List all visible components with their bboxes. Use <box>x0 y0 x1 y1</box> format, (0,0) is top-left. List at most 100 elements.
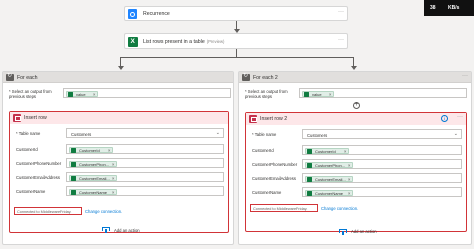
customerid-input[interactable]: CustomerId × <box>66 144 224 154</box>
recurrence-trigger-card[interactable]: Recurrence ··· <box>124 6 348 21</box>
select-output-field[interactable]: value × <box>299 88 467 98</box>
field-label-name: CustomerName <box>252 190 282 195</box>
remove-token-icon[interactable]: × <box>93 92 96 97</box>
list-rows-title: List rows present in a table (Preview) <box>143 39 224 45</box>
token-text: CustomerId <box>79 148 100 153</box>
phone-token[interactable]: CustomerPhon... × <box>69 160 117 167</box>
add-step-plus-icon[interactable]: + <box>353 102 360 109</box>
field-label-phone: CustomerPhoneNumber <box>252 162 298 167</box>
phone-input[interactable]: CustomerPhon... × <box>302 159 462 169</box>
email-token[interactable]: CustomerEmail... × <box>305 175 353 182</box>
remove-token-icon[interactable]: × <box>348 177 351 182</box>
table-name-label: * Table name <box>252 132 277 137</box>
insert-row-header[interactable]: Insert row <box>10 112 228 124</box>
connection-status: Connected to MiddlewareFriday. <box>250 204 318 212</box>
email-input[interactable]: CustomerEmail... × <box>302 173 462 183</box>
value-token[interactable]: value × <box>66 90 98 97</box>
customerid-token[interactable]: CustomerId × <box>69 146 113 153</box>
remove-token-icon[interactable]: × <box>344 149 347 154</box>
change-connection-link[interactable]: Change connection. <box>85 209 122 214</box>
value-token-text: value <box>76 92 86 97</box>
field-label-customerid: CustomerId <box>252 148 274 153</box>
select-output-label: * Select an output from previous steps <box>9 89 52 99</box>
phone-token[interactable]: CustomerPhon... × <box>305 161 353 168</box>
insert-row-2-header[interactable]: Insert row 2 i ··· <box>246 113 466 125</box>
list-rows-card[interactable]: List rows present in a table(Preview) ··… <box>124 33 348 49</box>
remove-token-icon[interactable]: × <box>329 92 332 97</box>
table-name-value: Customers <box>307 132 328 138</box>
remove-token-icon[interactable]: × <box>112 162 115 167</box>
remove-token-icon[interactable]: × <box>112 190 115 195</box>
insert-row-card: Insert row * Table name Customers ⌄ Cust… <box>9 111 229 233</box>
token-text: CustomerName <box>79 190 108 195</box>
network-speed-overlay: 38 KB/s <box>424 0 474 16</box>
customerid-input[interactable]: CustomerId × <box>302 145 462 155</box>
for-each-header[interactable]: For each <box>3 72 233 83</box>
email-token[interactable]: CustomerEmail... × <box>69 174 117 181</box>
connection-status: Connected to MiddlewareFriday. <box>14 207 82 215</box>
field-label-customerid: CustomerId <box>16 147 38 152</box>
value-token-text: value <box>312 92 322 97</box>
overlay-left-text: 38 <box>430 5 436 11</box>
insert-row-error-icon <box>249 115 257 123</box>
token-text: CustomerId <box>315 149 336 154</box>
field-label-name: CustomerName <box>16 189 46 194</box>
excel-token-icon <box>68 92 73 97</box>
field-label-email: CustomerEmailAddress <box>16 175 60 180</box>
insert-row-error-icon <box>13 114 21 122</box>
field-label-phone: CustomerPhoneNumber <box>16 161 62 166</box>
email-input[interactable]: CustomerEmail... × <box>66 172 224 182</box>
info-icon[interactable]: i <box>441 115 448 122</box>
name-token[interactable]: CustomerName × <box>69 188 117 195</box>
excel-token-icon <box>304 92 309 97</box>
chevron-down-icon: ⌄ <box>453 131 458 137</box>
name-input[interactable]: CustomerName × <box>66 186 224 196</box>
branch-stem <box>236 49 237 57</box>
value-token[interactable]: value × <box>302 90 334 97</box>
add-action-button[interactable]: Add an action <box>114 228 140 233</box>
change-connection-link[interactable]: Change connection. <box>321 206 358 211</box>
phone-input[interactable]: CustomerPhon... × <box>66 158 224 168</box>
excel-token-icon <box>71 176 76 181</box>
table-name-select[interactable]: Customers ⌄ <box>66 128 224 138</box>
excel-icon <box>128 37 138 47</box>
clock-icon <box>128 9 137 19</box>
insert-row-2-title: Insert row 2 <box>260 116 288 122</box>
table-name-select[interactable]: Customers ⌄ <box>302 129 462 139</box>
excel-token-icon <box>307 163 312 168</box>
for-each-2-header[interactable]: For each 2 ··· <box>239 72 471 83</box>
insert-row-2-menu-icon[interactable]: ··· <box>457 114 463 120</box>
preview-badge: (Preview) <box>206 39 225 44</box>
customerid-token[interactable]: CustomerId × <box>305 147 349 154</box>
excel-token-icon <box>71 190 76 195</box>
overlay-right-text: KB/s <box>448 5 460 11</box>
for-each-container: For each * Select an output from previou… <box>2 71 234 245</box>
insert-row-title: Insert row <box>24 115 47 121</box>
chevron-down-icon: ⌄ <box>215 130 220 136</box>
remove-token-icon[interactable]: × <box>108 148 111 153</box>
add-action-button[interactable]: Add an action <box>351 229 377 234</box>
name-token[interactable]: CustomerName × <box>305 189 353 196</box>
excel-token-icon <box>307 177 312 182</box>
list-rows-menu-icon[interactable]: ··· <box>338 37 344 43</box>
loop-icon <box>6 72 14 81</box>
for-each-2-container: For each 2 ··· * Select an output from p… <box>238 71 472 245</box>
recurrence-title: Recurrence <box>143 11 170 17</box>
select-output-field[interactable]: value × <box>63 88 231 98</box>
add-action-icon[interactable] <box>102 227 110 233</box>
select-output-label: * Select an output from previous steps <box>245 89 288 99</box>
recurrence-menu-icon[interactable]: ··· <box>338 9 344 15</box>
field-label-email: CustomerEmailAddress <box>252 176 296 181</box>
remove-token-icon[interactable]: × <box>112 176 115 181</box>
excel-token-icon <box>71 162 76 167</box>
branch-left-arrow <box>117 66 124 70</box>
remove-token-icon[interactable]: × <box>348 163 351 168</box>
table-name-value: Customers <box>71 131 92 137</box>
remove-token-icon[interactable]: × <box>348 191 351 196</box>
add-action-icon[interactable] <box>339 229 347 235</box>
branch-right-arrow <box>350 66 357 70</box>
for-each-2-title: For each 2 <box>253 74 278 81</box>
list-rows-title-text: List rows present in a table <box>143 39 205 45</box>
name-input[interactable]: CustomerName × <box>302 187 462 197</box>
for-each-2-menu-icon[interactable]: ··· <box>462 73 468 79</box>
